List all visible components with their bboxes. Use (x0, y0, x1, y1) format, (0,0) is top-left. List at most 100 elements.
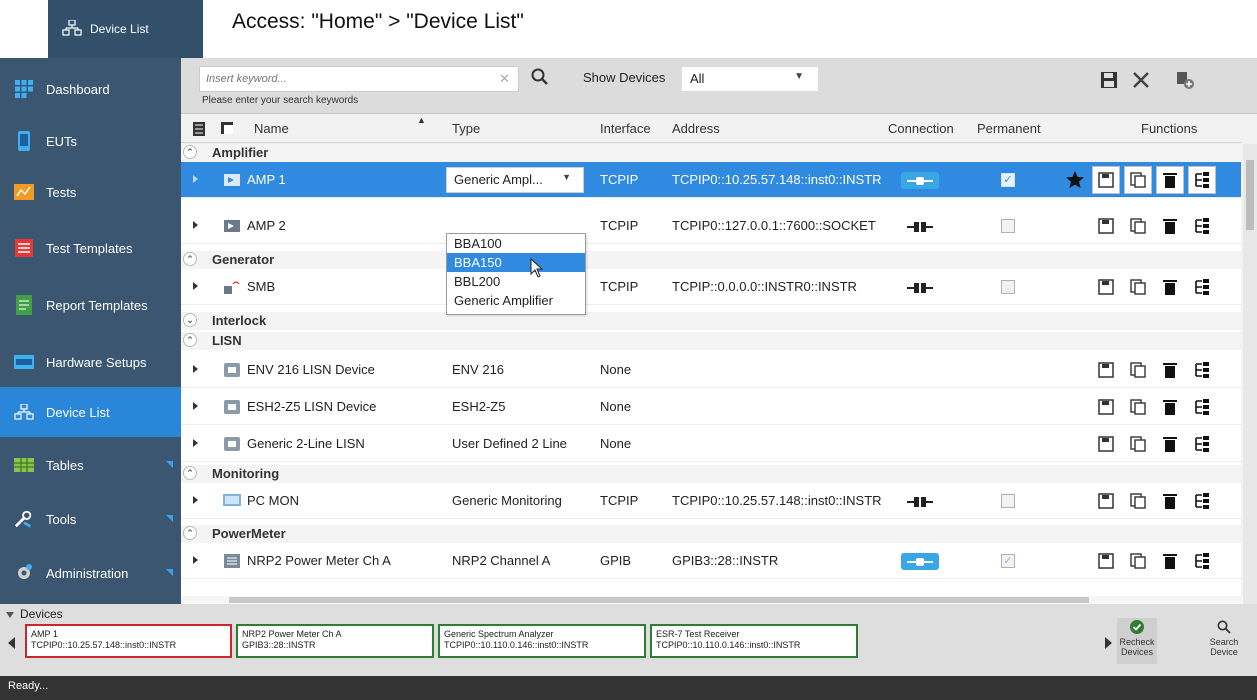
devices-panel-toggle[interactable]: Devices (6, 607, 63, 621)
table-row[interactable]: AMP 1 Generic Ampl... ▼ TCPIP TCPIP0::10… (181, 162, 1241, 198)
expand-arrow-icon[interactable] (193, 556, 198, 564)
connection-plug-icon[interactable] (901, 218, 939, 235)
group-row-generator[interactable]: ⌃ Generator (181, 251, 1241, 269)
scroll-left-icon[interactable] (8, 637, 15, 649)
add-device-button[interactable] (1173, 68, 1197, 92)
trash-icon[interactable] (1160, 434, 1180, 454)
settings-icon[interactable] (1192, 434, 1212, 454)
trash-icon[interactable] (1160, 397, 1180, 417)
expand-arrow-icon[interactable] (193, 175, 198, 183)
connection-plug-icon[interactable] (901, 553, 939, 570)
permanent-checkbox[interactable] (1001, 219, 1015, 233)
device-card[interactable]: Generic Spectrum Analyzer TCPIP0::10.110… (438, 624, 646, 658)
dropdown-option[interactable]: Generic Amplifier (447, 291, 585, 310)
expand-arrow-icon[interactable] (193, 221, 198, 229)
copy-icon[interactable] (221, 122, 235, 136)
save-icon[interactable] (1096, 360, 1116, 380)
chevron-down-icon[interactable]: ⌄ (183, 313, 197, 327)
save-device-button[interactable] (1092, 166, 1120, 194)
settings-icon[interactable] (1192, 397, 1212, 417)
device-card[interactable]: ESR-7 Test Receiver TCPIP0::10.110.0.146… (650, 624, 858, 658)
sidebar-item-device-list[interactable]: Device List (0, 387, 181, 437)
recheck-devices-button[interactable]: Recheck Devices (1117, 618, 1157, 664)
show-devices-select[interactable]: All ▼ (681, 66, 819, 92)
settings-icon[interactable] (1192, 491, 1212, 511)
column-header-address[interactable]: Address (672, 121, 720, 136)
group-row-monitoring[interactable]: ⌃ Monitoring (181, 465, 1241, 483)
table-row[interactable]: PC MON Generic Monitoring TCPIP TCPIP0::… (181, 483, 1241, 519)
expand-arrow-icon[interactable] (193, 496, 198, 504)
expand-arrow-icon[interactable] (193, 402, 198, 410)
group-row-lisn[interactable]: ⌃ LISN (181, 332, 1241, 350)
settings-icon[interactable] (1192, 216, 1212, 236)
copy-icon[interactable] (1128, 491, 1148, 511)
permanent-checkbox[interactable]: ✓ (1001, 173, 1015, 187)
column-header-permanent[interactable]: Permanent (977, 121, 1041, 136)
table-row[interactable]: AMP 2 TCPIP TCPIP0::127.0.0.1::7600::SOC… (181, 208, 1241, 244)
trash-icon[interactable] (1160, 277, 1180, 297)
chevron-up-icon[interactable]: ⌃ (183, 333, 197, 347)
group-row-amplifier[interactable]: ⌃ Amplifier (181, 144, 1241, 162)
save-icon[interactable] (1096, 491, 1116, 511)
column-header-type[interactable]: Type (452, 121, 480, 136)
save-icon[interactable] (1096, 551, 1116, 571)
delete-button[interactable] (1129, 68, 1153, 92)
configure-device-button[interactable] (1188, 166, 1216, 194)
table-row[interactable]: ESH2-Z5 LISN Device ESH2-Z5 None (181, 389, 1241, 425)
sidebar-item-tests[interactable]: Tests (0, 167, 181, 217)
dropdown-option[interactable]: BBA100 (447, 234, 585, 253)
sidebar-item-test-templates[interactable]: Test Templates (0, 223, 181, 273)
column-header-connection[interactable]: Connection (888, 121, 954, 136)
copy-icon[interactable] (1128, 434, 1148, 454)
dropdown-option[interactable]: BBA150 (447, 253, 585, 272)
search-button[interactable] (527, 64, 553, 90)
copy-icon[interactable] (1128, 277, 1148, 297)
expand-arrow-icon[interactable] (193, 439, 198, 447)
clear-icon[interactable]: ✕ (499, 71, 510, 87)
device-card[interactable]: NRP2 Power Meter Ch A GPIB3::28::INSTR (236, 624, 434, 658)
sidebar-item-tables[interactable]: Tables (0, 440, 181, 490)
chevron-up-icon[interactable]: ⌃ (183, 466, 197, 480)
trash-icon[interactable] (1160, 491, 1180, 511)
filter-icon[interactable] (193, 122, 205, 136)
sidebar-item-tools[interactable]: Tools (0, 494, 181, 544)
scrollbar-thumb[interactable] (1246, 160, 1254, 230)
column-header-name[interactable]: Name (254, 121, 289, 136)
permanent-checkbox[interactable]: ✓ (1001, 554, 1015, 568)
sidebar-item-hardware-setups[interactable]: Hardware Setups (0, 337, 181, 387)
save-icon[interactable] (1096, 397, 1116, 417)
settings-icon[interactable] (1192, 551, 1212, 571)
chevron-up-icon[interactable]: ⌃ (183, 526, 197, 540)
search-device-button[interactable]: Search Device (1204, 618, 1244, 664)
vertical-scrollbar[interactable] (1243, 144, 1257, 604)
sidebar-item-dashboard[interactable]: Dashboard (0, 64, 181, 114)
sidebar-item-euts[interactable]: EUTs (0, 116, 181, 166)
save-button[interactable] (1097, 68, 1121, 92)
trash-icon[interactable] (1160, 216, 1180, 236)
trash-icon[interactable] (1160, 360, 1180, 380)
star-icon[interactable] (1065, 170, 1085, 190)
dropdown-option[interactable]: BBL200 (447, 272, 585, 291)
column-header-interface[interactable]: Interface (600, 121, 651, 136)
device-card[interactable]: AMP 1 TCPIP0::10.25.57.148::inst0::INSTR (25, 624, 232, 658)
copy-icon[interactable] (1128, 397, 1148, 417)
sidebar-item-administration[interactable]: Administration (0, 548, 181, 598)
copy-device-button[interactable] (1124, 166, 1152, 194)
settings-icon[interactable] (1192, 360, 1212, 380)
group-row-powermeter[interactable]: ⌃ PowerMeter (181, 525, 1241, 543)
table-row[interactable]: NRP2 Power Meter Ch A NRP2 Channel A GPI… (181, 543, 1241, 579)
table-row[interactable]: ENV 216 LISN Device ENV 216 None (181, 352, 1241, 388)
save-icon[interactable] (1096, 434, 1116, 454)
settings-icon[interactable] (1192, 277, 1212, 297)
scroll-right-icon[interactable] (1105, 637, 1112, 649)
permanent-checkbox[interactable] (1001, 494, 1015, 508)
search-input[interactable] (206, 68, 486, 90)
expand-arrow-icon[interactable] (193, 365, 198, 373)
scrollbar-thumb[interactable] (229, 597, 1089, 603)
table-row[interactable]: Generic 2-Line LISN User Defined 2 Line … (181, 426, 1241, 462)
chevron-up-icon[interactable]: ⌃ (183, 252, 197, 266)
type-select[interactable]: Generic Ampl... ▼ (446, 167, 584, 193)
horizontal-scrollbar[interactable] (181, 596, 1243, 604)
connection-plug-icon[interactable] (901, 279, 939, 296)
trash-icon[interactable] (1160, 551, 1180, 571)
